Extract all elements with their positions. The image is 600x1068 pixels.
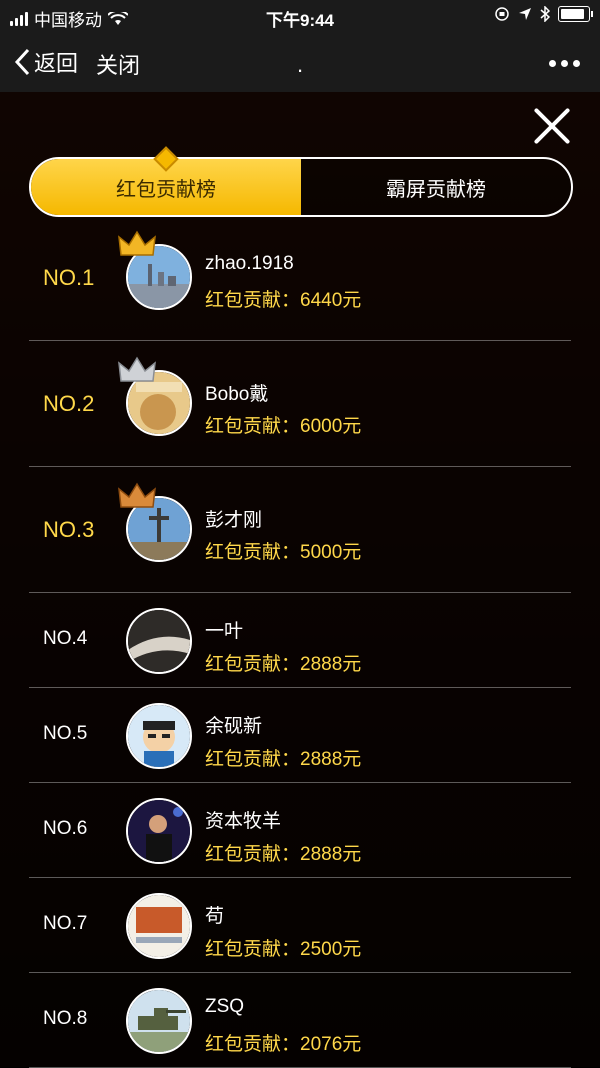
rank-label: NO.7 <box>43 913 88 934</box>
user-name: 一叶 <box>205 621 244 642</box>
avatar <box>126 703 192 769</box>
more-dot-icon <box>549 60 556 67</box>
rank-label: NO.5 <box>43 723 88 744</box>
avatar <box>126 608 192 674</box>
contribution-amount: 红包贡献：5000元 <box>205 542 362 563</box>
list-item[interactable]: NO.8 ZSQ 红包贡献：2076元 <box>29 973 571 1068</box>
contribution-amount: 红包贡献：6440元 <box>205 290 362 311</box>
rotation-lock-icon <box>495 7 509 21</box>
battery-fill <box>561 9 585 19</box>
contribution-amount: 红包贡献：2888元 <box>205 844 362 865</box>
list-item[interactable]: NO.7 苟 红包贡献：2500元 <box>29 878 571 973</box>
user-name: 余砚新 <box>205 716 263 737</box>
rank-label: NO.4 <box>43 628 88 649</box>
status-right <box>494 6 593 22</box>
location-icon <box>519 8 531 20</box>
avatar <box>126 893 192 959</box>
tab-screen-ranking[interactable]: 霸屏贡献榜 <box>301 159 571 215</box>
list-item[interactable]: NO.6 资本牧羊 红包贡献：2888元 <box>29 783 571 878</box>
list-item[interactable]: NO.2 Bobo戴 红包贡献：6000元 <box>29 341 571 467</box>
user-name: 彭才刚 <box>205 510 263 531</box>
nav-bar: 返回 关闭 . <box>0 32 600 92</box>
rank-label: NO.6 <box>43 818 88 839</box>
silver-crown-icon <box>118 356 156 382</box>
user-name: zhao.1918 <box>205 253 294 274</box>
user-name: ZSQ <box>205 996 245 1017</box>
battery-icon <box>558 6 593 22</box>
bronze-crown-icon <box>118 482 156 508</box>
ranking-tabs: 红包贡献榜 霸屏贡献榜 <box>29 157 573 217</box>
list-item[interactable]: NO.4 一叶 红包贡献：2888元 <box>29 593 571 688</box>
list-item[interactable]: NO.1 zhao.1918 红包贡献：6440元 <box>29 215 571 341</box>
list-item[interactable]: NO.3 彭才刚 红包贡献：5000元 <box>29 467 571 593</box>
contribution-amount: 红包贡献：2076元 <box>205 1034 362 1055</box>
status-bar: 中国移动 下午9:44 <box>0 0 600 32</box>
avatar <box>126 798 192 864</box>
more-menu-button[interactable] <box>549 60 580 67</box>
contribution-amount: 红包贡献：2888元 <box>205 749 362 770</box>
more-dot-icon <box>573 60 580 67</box>
list-item[interactable]: NO.5 余砚新 红包贡献：2888元 <box>29 688 571 783</box>
rank-label: NO.1 <box>43 265 95 290</box>
ranking-list: NO.1 zhao.1918 红包贡献：6440元 NO.2 Bobo戴 红包贡… <box>29 215 571 1068</box>
avatar <box>126 988 192 1054</box>
gold-crown-icon <box>118 230 156 256</box>
bluetooth-icon <box>540 6 550 22</box>
user-name: 苟 <box>205 906 225 927</box>
user-name: Bobo戴 <box>205 384 269 405</box>
rank-label: NO.3 <box>43 517 95 542</box>
close-modal-icon[interactable] <box>530 104 574 148</box>
rank-label: NO.2 <box>43 391 95 416</box>
page-title: . <box>296 52 304 77</box>
more-dot-icon <box>561 60 568 67</box>
rank-label: NO.8 <box>43 1008 88 1029</box>
contribution-amount: 红包贡献：2888元 <box>205 654 362 675</box>
contribution-amount: 红包贡献：2500元 <box>205 939 362 960</box>
user-name: 资本牧羊 <box>205 811 282 832</box>
contribution-amount: 红包贡献：6000元 <box>205 416 362 437</box>
